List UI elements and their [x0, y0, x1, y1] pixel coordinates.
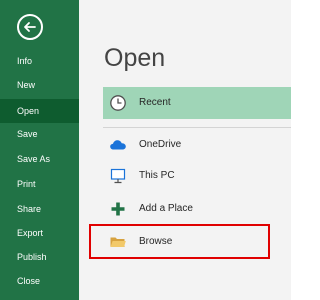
- back-arrow-icon: [24, 22, 36, 32]
- location-this-pc[interactable]: This PC: [103, 160, 291, 192]
- divider: [103, 127, 291, 128]
- location-label: This PC: [139, 170, 175, 181]
- back-button[interactable]: [17, 14, 43, 40]
- sidebar-item-save-as[interactable]: Save As: [0, 147, 79, 171]
- location-add-a-place[interactable]: Add a Place: [103, 193, 291, 225]
- sidebar-item-open[interactable]: Open: [0, 99, 79, 123]
- folder-icon: [110, 237, 126, 247]
- plus-icon: [111, 202, 125, 216]
- sidebar-item-new[interactable]: New: [0, 73, 79, 97]
- backstage-view: Info New Open Save Save As Print Share E…: [0, 0, 291, 300]
- sidebar-item-print[interactable]: Print: [0, 172, 79, 196]
- sidebar-item-close[interactable]: Close: [0, 269, 79, 293]
- sidebar-item-save[interactable]: Save: [0, 122, 79, 146]
- sidebar-item-export[interactable]: Export: [0, 221, 79, 245]
- sidebar-item-info[interactable]: Info: [0, 49, 79, 73]
- computer-icon: [110, 168, 126, 184]
- cloud-icon: [110, 140, 126, 150]
- clock-icon: [110, 95, 126, 111]
- location-label: Browse: [139, 236, 173, 247]
- location-label: Recent: [139, 97, 171, 108]
- backstage-sidebar: Info New Open Save Save As Print Share E…: [0, 0, 79, 300]
- location-recent[interactable]: Recent: [103, 87, 291, 119]
- location-label: Add a Place: [139, 203, 193, 214]
- page-title: Open: [104, 44, 166, 72]
- location-label: OneDrive: [139, 139, 182, 150]
- sidebar-item-share[interactable]: Share: [0, 197, 79, 221]
- location-onedrive[interactable]: OneDrive: [103, 129, 291, 161]
- open-pane: Open Recent OneDrive This PC Add a Place…: [79, 0, 291, 300]
- sidebar-item-publish[interactable]: Publish: [0, 245, 79, 269]
- location-browse[interactable]: Browse: [103, 226, 291, 258]
